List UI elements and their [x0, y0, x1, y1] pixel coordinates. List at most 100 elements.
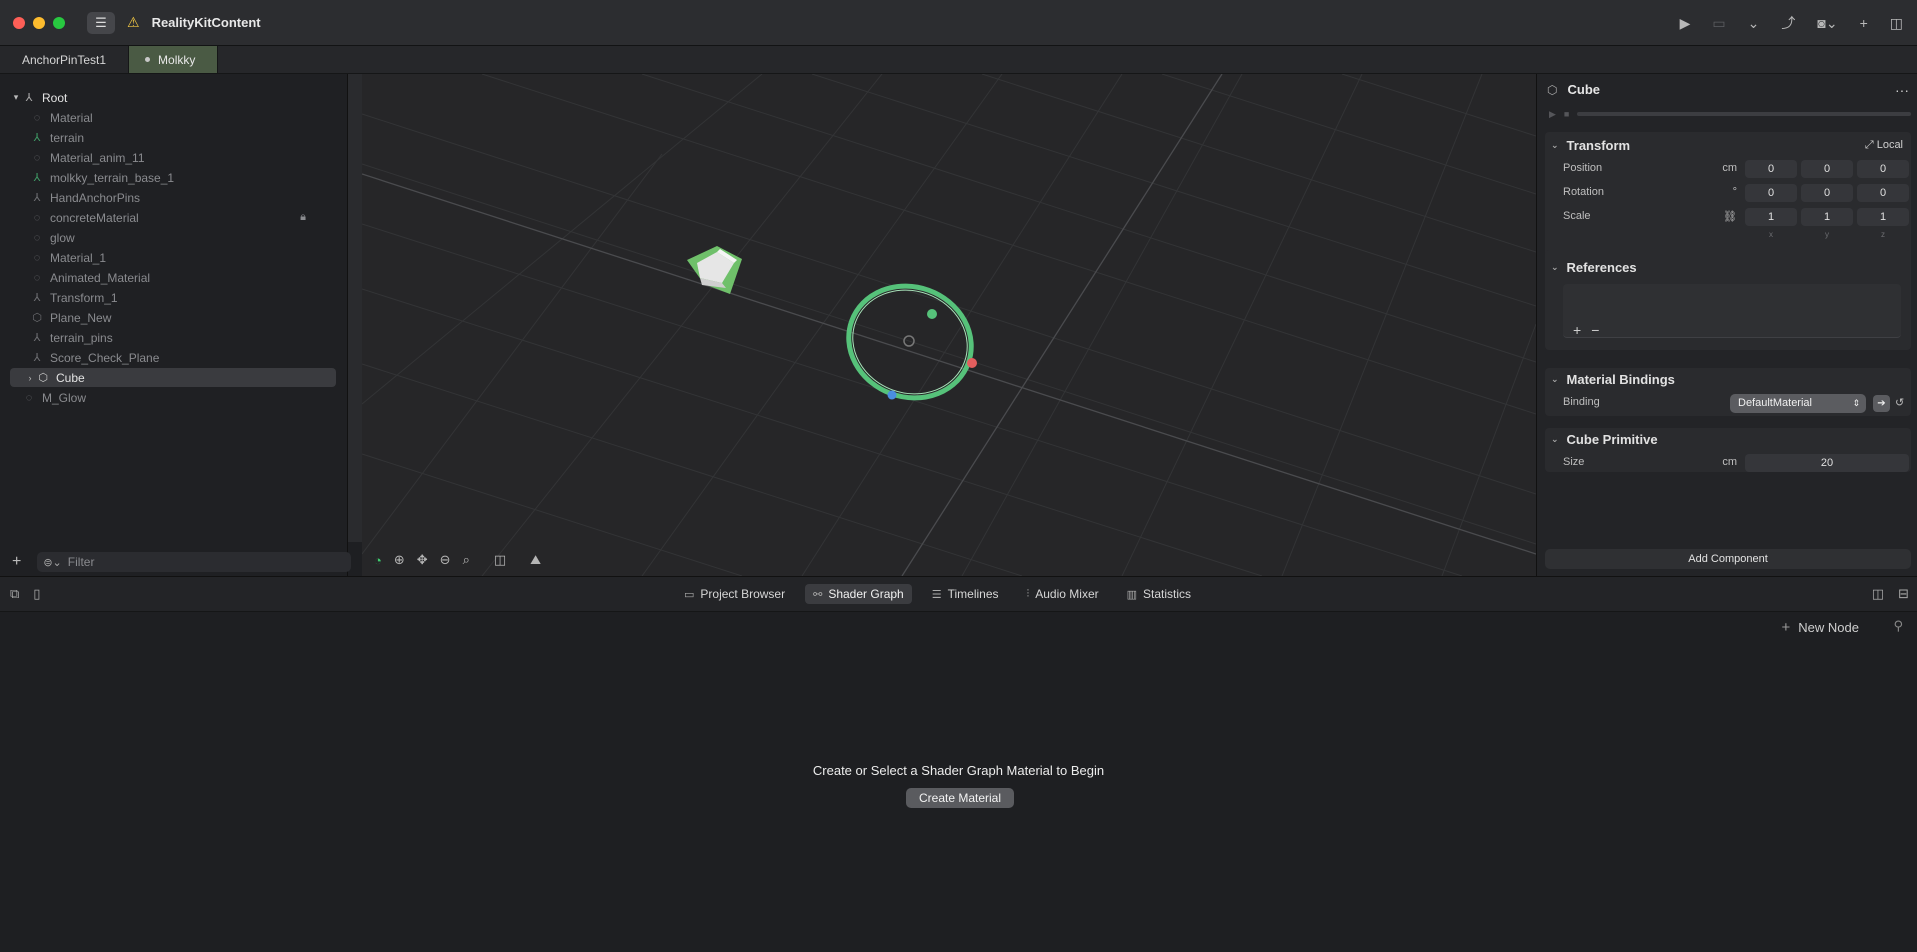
tab-anchorpintest1[interactable]: AnchorPinTest1 — [0, 46, 130, 73]
scene-viewport[interactable]: ◔ ⊕ ✥ ⊖ ⌕ ◫ ⛰ — [362, 74, 1536, 576]
tree-item[interactable]: ◌ Material_anim_11 — [30, 148, 336, 167]
scale-y-field[interactable]: 1 — [1801, 208, 1853, 226]
tree-item-label: Plane_New — [50, 310, 112, 325]
zoom-window-button[interactable] — [53, 16, 65, 29]
size-field[interactable]: 20 — [1745, 454, 1909, 472]
tab-label: Molkky — [158, 52, 196, 67]
go-to-material-button[interactable]: ➔ — [1873, 395, 1890, 412]
section-header-material-bindings[interactable]: ⌄ Material Bindings — [1551, 372, 1675, 387]
add-component-button[interactable]: Add Component — [1545, 549, 1911, 569]
scale-z-field[interactable]: 1 — [1857, 208, 1909, 226]
tree-item[interactable]: ⅄ Score_Check_Plane — [30, 348, 336, 367]
sidebar-icon[interactable]: ▯ — [33, 586, 40, 602]
shader-graph-canvas[interactable]: + New Node ⚲ Create or Select a Shader Gr… — [0, 612, 1917, 952]
windows-icon[interactable]: ⧉ — [10, 586, 19, 602]
position-z-field[interactable]: 0 — [1857, 160, 1909, 178]
position-x-field[interactable]: 0 — [1745, 160, 1797, 178]
environment-icon[interactable]: ⛰ — [530, 552, 541, 568]
references-buttons: + − — [1573, 322, 1599, 338]
tab-statistics[interactable]: ▥ Statistics — [1119, 584, 1199, 604]
graph-icon: ⚯ — [813, 588, 823, 601]
minimize-window-button[interactable] — [33, 16, 45, 29]
section-title: Transform — [1566, 138, 1631, 153]
rotation-x-field[interactable]: 0 — [1745, 184, 1797, 202]
tree-item[interactable]: ◌ Animated_Material — [30, 268, 336, 287]
reset-icon[interactable]: ↺ — [1895, 396, 1904, 409]
more-options-icon[interactable]: ··· — [1895, 82, 1909, 98]
filter-options-icon[interactable]: ⊜⌄ — [43, 556, 61, 569]
rotation-label: Rotation — [1563, 186, 1604, 198]
tree-item[interactable]: ◌ glow — [30, 228, 336, 247]
warning-icon[interactable]: ⚠ — [127, 14, 140, 31]
tree-item[interactable]: ⅄ molkky_terrain_base_1 — [30, 168, 336, 187]
tree-item[interactable]: ⅄ Transform_1 — [30, 288, 336, 307]
tree-item[interactable]: ⅄ terrain — [30, 128, 336, 147]
right-panel-icon[interactable]: ◫ — [1872, 586, 1884, 602]
chevron-down-icon[interactable]: ⌄ — [1748, 15, 1760, 32]
link-scale-icon[interactable]: ⛓ — [1697, 210, 1737, 223]
binding-select[interactable]: DefaultMaterial ⇕ — [1730, 394, 1866, 413]
move-tool-icon[interactable]: ✥ — [417, 552, 428, 568]
tab-molkky[interactable]: Molkky — [129, 46, 219, 73]
tree-item[interactable]: ◌ Material — [30, 108, 336, 127]
tree-item[interactable]: ⬡ Plane_New — [30, 308, 336, 327]
tree-item[interactable]: ◌ concreteMaterial 🔒︎ — [30, 208, 336, 227]
add-entity-button[interactable]: + — [12, 553, 21, 571]
animation-timeline[interactable] — [1577, 112, 1911, 116]
section-header-cube-primitive[interactable]: ⌄ Cube Primitive — [1551, 432, 1658, 447]
transform-icon: ⅄ — [25, 92, 33, 104]
tree-item-label: HandAnchorPins — [50, 190, 141, 205]
tab-label: Project Browser — [700, 587, 786, 601]
zoom-tool-icon[interactable]: ⌕ — [463, 552, 470, 568]
tab-shader-graph[interactable]: ⚯ Shader Graph — [805, 584, 912, 604]
pin-icon[interactable]: ⚲ — [1893, 618, 1903, 634]
tree-item-label: terrain_pins — [50, 330, 113, 345]
create-material-button[interactable]: Create Material — [906, 788, 1014, 808]
camera-mode-icon[interactable]: ◫ — [494, 552, 506, 568]
lock-icon[interactable]: 🔒︎ — [300, 211, 306, 224]
add-reference-button[interactable]: + — [1573, 322, 1581, 338]
play-icon[interactable]: ▶ — [1680, 15, 1691, 32]
space-toggle[interactable]: ⤢ Local — [1865, 139, 1903, 152]
tab-project-browser[interactable]: ▭ Project Browser — [676, 584, 793, 604]
rotate-tool-icon[interactable]: ⊖ — [440, 552, 451, 568]
rotation-z-field[interactable]: 0 — [1857, 184, 1909, 202]
tree-item[interactable]: ⅄ HandAnchorPins — [30, 188, 336, 207]
camera-icon[interactable]: ◙⌄ — [1817, 15, 1837, 32]
chevron-down-icon[interactable]: ▾ — [10, 92, 22, 103]
chevron-right-icon[interactable]: › — [24, 373, 36, 383]
transform-icon: ⅄ — [33, 292, 41, 304]
tab-timelines[interactable]: ☰ Timelines — [924, 584, 1007, 604]
rotation-y-field[interactable]: 0 — [1801, 184, 1853, 202]
remove-reference-button[interactable]: − — [1591, 322, 1599, 338]
close-window-button[interactable] — [13, 16, 25, 29]
inspector-toggle-icon[interactable]: ◫ — [1890, 15, 1903, 32]
tab-audio-mixer[interactable]: ⫶ Audio Mixer — [1019, 584, 1107, 604]
play-icon[interactable]: ▶ — [1549, 109, 1556, 120]
bottom-panel-tabs: ⧉ ▯ ▭ Project Browser ⚯ Shader Graph ☰ Time… — [0, 576, 1917, 612]
position-y-field[interactable]: 0 — [1801, 160, 1853, 178]
bottom-panel-icon[interactable]: ⊟ — [1898, 586, 1909, 602]
cube-model[interactable] — [687, 246, 742, 294]
hierarchy-scrollbar[interactable] — [348, 74, 362, 542]
add-icon[interactable]: + — [1860, 15, 1868, 31]
share-icon[interactable]: ⤴ — [1781, 13, 1795, 33]
toggle-navigator-button[interactable]: ☰ — [87, 11, 115, 34]
folder-icon: ▭ — [684, 588, 695, 601]
cube-icon: ⬡ — [1547, 82, 1558, 97]
references-list[interactable] — [1563, 284, 1901, 338]
scale-x-field[interactable]: 1 — [1745, 208, 1797, 226]
tree-item-cube[interactable]: › ⬡ Cube — [10, 368, 336, 387]
stop-icon[interactable]: ■ — [1564, 109, 1569, 119]
add-tool-icon[interactable]: ⊕ — [394, 552, 405, 568]
new-node-button[interactable]: + New Node — [1782, 619, 1859, 636]
section-header-transform[interactable]: ⌄ Transform — [1551, 138, 1630, 153]
tree-item-m-glow[interactable]: ◌ M_Glow — [22, 388, 336, 407]
tree-item-root[interactable]: ▾ ⅄ Root — [10, 88, 336, 107]
filter-field[interactable]: ⊜⌄ Filter — [37, 552, 352, 572]
section-header-references[interactable]: ⌄ References — [1551, 260, 1637, 275]
tree-item[interactable]: ⅄ terrain_pins — [30, 328, 336, 347]
vision-pro-icon[interactable]: ▭ — [1712, 15, 1725, 32]
select-tool-icon[interactable]: ◔ — [374, 553, 382, 568]
tree-item[interactable]: ◌ Material_1 — [30, 248, 336, 267]
